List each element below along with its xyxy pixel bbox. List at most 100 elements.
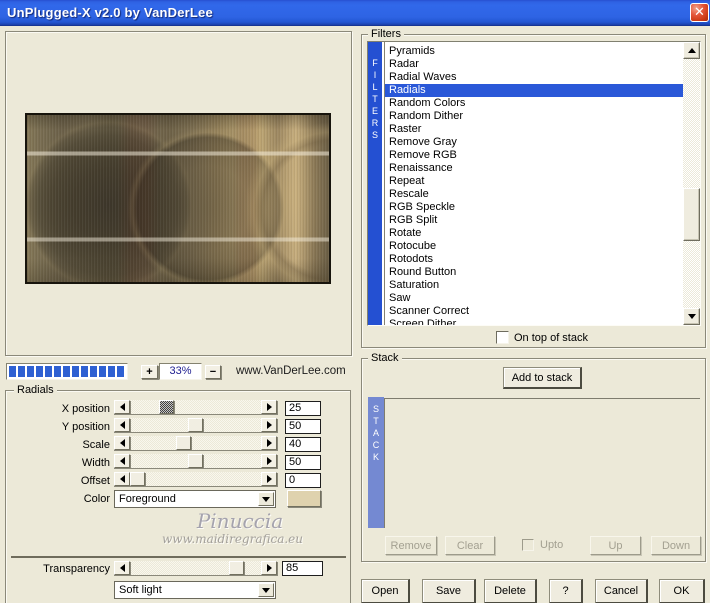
transparency-slider-thumb[interactable]	[229, 561, 244, 575]
filter-list-item[interactable]: RGB Speckle	[385, 201, 684, 214]
filter-list-item-selected[interactable]: Radials	[385, 84, 684, 97]
slider-value-input[interactable]: 50	[285, 419, 321, 434]
filters-bar-letter: S	[371, 130, 378, 140]
slider-track[interactable]	[130, 472, 261, 486]
scrollbar-down-button[interactable]	[683, 308, 700, 325]
slider-thumb[interactable]	[176, 436, 191, 450]
arrow-up-icon	[687, 48, 696, 53]
slider-right-arrow[interactable]	[261, 436, 277, 450]
transparency-slider-left-arrow[interactable]	[114, 561, 130, 575]
filter-list-item[interactable]: RGB Split	[385, 214, 684, 227]
filters-bar-letter: R	[371, 118, 379, 128]
zoom-in-button[interactable]: +	[141, 365, 158, 379]
slider-track[interactable]	[130, 436, 261, 450]
vendor-website-link[interactable]: www.VanDerLee.com	[236, 365, 346, 377]
foreground-color-swatch[interactable]	[287, 490, 321, 507]
slider-right-arrow[interactable]	[261, 418, 277, 432]
open-button[interactable]: Open	[361, 579, 410, 603]
title-bar[interactable]: UnPlugged-X v2.0 by VanDerLee ✕	[0, 0, 710, 26]
filters-list[interactable]: Pyramids Radar Radial Waves Radials Random C…	[384, 42, 684, 325]
filter-list-item[interactable]: Rotate	[385, 227, 684, 240]
slider-value-input[interactable]: 40	[285, 437, 321, 452]
slider-right-arrow[interactable]	[261, 454, 277, 468]
filters-scrollbar[interactable]	[683, 42, 700, 325]
filter-list-item[interactable]: Pyramids	[385, 45, 684, 58]
ok-button[interactable]: OK	[659, 579, 705, 603]
filter-list-item[interactable]: Random Colors	[385, 97, 684, 110]
arrow-left-icon	[119, 439, 125, 447]
preview-image[interactable]	[25, 113, 331, 284]
blend-mode-value: Soft light	[119, 584, 162, 596]
down-button[interactable]: Down	[651, 536, 701, 555]
filter-list-item[interactable]: Screen Dither	[385, 318, 684, 325]
arrow-left-icon	[119, 475, 125, 483]
arrow-right-icon	[266, 475, 272, 483]
cancel-button[interactable]: Cancel	[595, 579, 648, 603]
slider-right-arrow[interactable]	[261, 472, 277, 486]
slider-thumb[interactable]	[130, 472, 145, 486]
slider-track[interactable]	[130, 418, 261, 432]
slider-left-arrow[interactable]	[114, 454, 130, 468]
slider-left-arrow[interactable]	[114, 418, 130, 432]
filter-list-item[interactable]: Radial Waves	[385, 71, 684, 84]
close-button[interactable]: ✕	[690, 3, 709, 22]
filter-list-item[interactable]: Rescale	[385, 188, 684, 201]
stack-bar-letter: A	[372, 428, 379, 438]
save-button[interactable]: Save	[422, 579, 476, 603]
transparency-slider-right-arrow[interactable]	[261, 561, 277, 575]
slider-left-arrow[interactable]	[114, 472, 130, 486]
color-combobox[interactable]: Foreground	[114, 490, 276, 508]
filter-list-item[interactable]: Random Dither	[385, 110, 684, 123]
filter-list-item[interactable]: Renaissance	[385, 162, 684, 175]
transparency-value-input[interactable]: 85	[282, 561, 323, 576]
slider-value-input[interactable]: 50	[285, 455, 321, 470]
on-top-of-stack-checkbox[interactable]	[496, 331, 509, 344]
slider-thumb[interactable]	[188, 454, 203, 468]
blend-mode-combobox-arrow[interactable]	[258, 583, 274, 597]
filter-list-item[interactable]: Rotodots	[385, 253, 684, 266]
filter-list-item[interactable]: Raster	[385, 123, 684, 136]
slider-right-arrow[interactable]	[261, 400, 277, 414]
delete-button[interactable]: Delete	[484, 579, 537, 603]
arrow-left-icon	[119, 457, 125, 465]
stack-bar-letter: K	[372, 452, 379, 462]
slider-thumb[interactable]	[188, 418, 203, 432]
slider-left-arrow[interactable]	[114, 400, 130, 414]
up-button[interactable]: Up	[590, 536, 641, 555]
filter-list-item[interactable]: Saw	[385, 292, 684, 305]
arrow-right-icon	[266, 439, 272, 447]
slider-value-input[interactable]: 25	[285, 401, 321, 416]
filter-list-item[interactable]: Radar	[385, 58, 684, 71]
clear-button[interactable]: Clear	[445, 536, 495, 555]
progress-segment	[108, 366, 115, 377]
filter-list-item[interactable]: Round Button	[385, 266, 684, 279]
color-combobox-arrow[interactable]	[258, 492, 274, 506]
slider-left-arrow[interactable]	[114, 436, 130, 450]
help-button[interactable]: ?	[549, 579, 583, 603]
remove-button[interactable]: Remove	[385, 536, 437, 555]
upto-checkbox[interactable]	[522, 539, 534, 551]
progress-segment	[54, 366, 61, 377]
scrollbar-up-button[interactable]	[683, 42, 700, 59]
filter-list-item[interactable]: Repeat	[385, 175, 684, 188]
add-to-stack-button[interactable]: Add to stack	[503, 367, 582, 389]
filter-list-item[interactable]: Remove Gray	[385, 136, 684, 149]
blend-mode-combobox[interactable]: Soft light	[114, 581, 276, 599]
unplugged-x-dialog: UnPlugged-X v2.0 by VanDerLee ✕ + 33% − …	[0, 0, 710, 603]
slider-thumb[interactable]	[159, 400, 174, 414]
stack-bar-letter: T	[373, 416, 379, 426]
transparency-slider-track[interactable]	[130, 561, 261, 575]
on-top-of-stack-label: On top of stack	[514, 332, 588, 344]
slider-track[interactable]	[130, 454, 261, 468]
slider-track[interactable]	[130, 400, 261, 414]
slider-value-input[interactable]: 0	[285, 473, 321, 488]
color-combobox-value: Foreground	[119, 493, 176, 505]
filter-list-item[interactable]: Scanner Correct	[385, 305, 684, 318]
filters-bar-letter: E	[371, 106, 378, 116]
scrollbar-thumb[interactable]	[683, 188, 700, 241]
filter-list-item[interactable]: Saturation	[385, 279, 684, 292]
filter-list-item[interactable]: Rotocube	[385, 240, 684, 253]
filter-list-item[interactable]: Remove RGB	[385, 149, 684, 162]
stack-list-area[interactable]	[384, 398, 700, 528]
zoom-out-button[interactable]: −	[205, 365, 221, 379]
